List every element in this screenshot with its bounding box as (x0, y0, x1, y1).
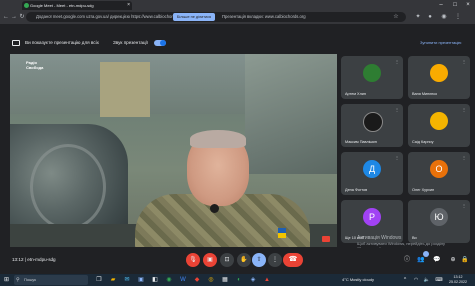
stop-presenting-link[interactable]: Зупинити презентацію (420, 39, 461, 47)
meeting-time: 13:12 (12, 257, 24, 262)
avatar (430, 64, 448, 82)
app-icon[interactable]: ◉ (164, 275, 174, 285)
background-panel (100, 62, 150, 117)
forward-icon[interactable]: → (10, 12, 18, 22)
star-icon[interactable]: ☆ (392, 12, 400, 22)
avatar: О (430, 160, 448, 178)
lapel-microphone (210, 204, 219, 213)
close-tab-icon[interactable]: × (127, 1, 130, 10)
volume-icon[interactable]: 🔈 (422, 275, 432, 285)
meeting-code: etn-mdpu-sdg (27, 257, 56, 262)
language-icon[interactable]: ⌨ (434, 275, 444, 285)
mic-off-button[interactable]: 🎙 (186, 253, 200, 267)
meet-favicon-icon (24, 3, 29, 8)
flag-patch (278, 228, 286, 238)
start-icon[interactable]: ⊞ (4, 276, 12, 284)
url-text: Доданої meet.google.com uzra.gov.ua/ дир… (36, 14, 185, 19)
camera-off-button[interactable]: ▣ (203, 253, 217, 267)
app-icon[interactable]: ◈ (248, 275, 258, 285)
more-options-button[interactable]: ⋮ (268, 253, 282, 267)
clock-date: 25.02.2022 (449, 280, 467, 284)
mic-muted-icon: ⋮ (462, 203, 466, 208)
browser-tab[interactable]: Google Meet - Meet - etn-mdpu-sdg × (22, 1, 132, 10)
participant-tile[interactable]: ⋮ Ваня Минєнко (408, 56, 470, 99)
close-window-icon[interactable]: × (463, 0, 473, 10)
mic-muted-icon: ⋮ (395, 59, 399, 64)
participant-tile[interactable]: О ⋮ Олег Хурхин (408, 152, 470, 195)
aircraft-fuselage (245, 54, 337, 174)
chat-icon[interactable]: 💬 (430, 253, 444, 267)
search-icon: ⚲ (16, 277, 20, 283)
presentation-sound-toggle[interactable] (154, 40, 166, 46)
file-explorer-icon[interactable]: ▰ (108, 275, 118, 285)
app-icon[interactable]: ◐ (234, 275, 244, 285)
weather-widget[interactable]: 4°C Mostly cloudy (342, 275, 374, 285)
avatar (363, 64, 381, 82)
store-icon[interactable]: ▣ (136, 275, 146, 285)
app-icon[interactable]: ▲ (262, 275, 272, 285)
participant-name: Саід Карпоу (412, 140, 434, 144)
presentation-sound-label: Звук презентації (113, 40, 148, 45)
participant-name: Максим Павлішин (345, 140, 377, 144)
avatar (363, 112, 383, 132)
participant-name: Артем Хлип (345, 92, 366, 96)
mic-muted-icon: ⋮ (462, 155, 466, 160)
meeting-info: 13:12 | etn-mdpu-sdg (12, 256, 56, 264)
participant-tile[interactable]: ⋮ Максим Павлішин (341, 104, 403, 147)
mail-icon[interactable]: ✉ (122, 275, 132, 285)
presenting-text: Ви показуєте презентацію для всіх (25, 40, 99, 45)
reload-icon[interactable]: ↻ (18, 12, 26, 22)
network-icon[interactable]: ◠ (411, 275, 421, 285)
people-count-badge (423, 251, 429, 257)
app-icon[interactable]: W (178, 275, 188, 285)
app-icon[interactable]: ◧ (150, 275, 160, 285)
engine-ring (30, 144, 106, 230)
tab-title: Google Meet - Meet - etn-mdpu-sdg (30, 3, 94, 8)
taskbar-clock[interactable]: 13:12 25.02.2022 (447, 275, 469, 285)
profile-icon[interactable]: ◉ (440, 12, 448, 22)
extensions-icon[interactable]: ✦ (414, 12, 422, 22)
logo-line-2: Свобода (26, 65, 44, 70)
avatar: Ю (430, 208, 448, 226)
mic-muted-icon: ⋮ (395, 155, 399, 160)
stop-sharing-button[interactable]: Більше не ділитися (173, 13, 215, 21)
speaker-hair (190, 130, 246, 148)
video-corner-icon (322, 236, 330, 242)
task-view-icon[interactable]: ❐ (94, 275, 104, 285)
participant-tile[interactable]: ⋮ Саід Карпоу (408, 104, 470, 147)
mic-muted-icon: ⋮ (462, 59, 466, 64)
record-icon[interactable]: ● (426, 12, 434, 22)
participant-name: Олег Хурхин (412, 188, 435, 192)
app-icon[interactable]: ▦ (220, 275, 230, 285)
app-icon[interactable]: ◆ (192, 275, 202, 285)
captions-button[interactable]: ⊡ (220, 253, 234, 267)
hang-up-button[interactable]: ☎ (283, 253, 303, 267)
tray-chevron-icon[interactable]: ^ (400, 275, 410, 285)
avatar: Д (363, 160, 381, 178)
maximize-icon[interactable]: □ (450, 0, 460, 10)
back-icon[interactable]: ← (2, 12, 10, 22)
mic-muted-icon: ⋮ (395, 107, 399, 112)
participant-tile[interactable]: Д ⋮ Дена Фогтов (341, 152, 403, 195)
chrome-icon[interactable]: ◎ (206, 275, 216, 285)
sharing-message: Презентація вкладки: www.calbiochords.or… (222, 14, 306, 19)
avatar: P (363, 208, 381, 226)
minimize-icon[interactable]: – (436, 0, 446, 10)
present-button[interactable]: ⇧ (252, 253, 266, 267)
participant-name: Ваня Минєнко (412, 92, 438, 96)
present-screen-icon (12, 40, 20, 46)
mic-muted-icon: ⋮ (462, 107, 466, 112)
menu-icon[interactable]: ⋮ (454, 12, 462, 22)
search-placeholder: Пошук (24, 277, 37, 282)
participant-tile[interactable]: ⋮ Артем Хлип (341, 56, 403, 99)
radio-svoboda-logo: Радіо Свобода (26, 60, 52, 80)
avatar (430, 112, 448, 130)
shared-video (10, 54, 337, 247)
participant-name: Дена Фогтов (345, 188, 368, 192)
lock-icon[interactable]: 🔒 (458, 253, 472, 267)
info-icon[interactable]: ⓘ (400, 253, 414, 267)
raise-hand-button[interactable]: ✋ (237, 253, 251, 267)
